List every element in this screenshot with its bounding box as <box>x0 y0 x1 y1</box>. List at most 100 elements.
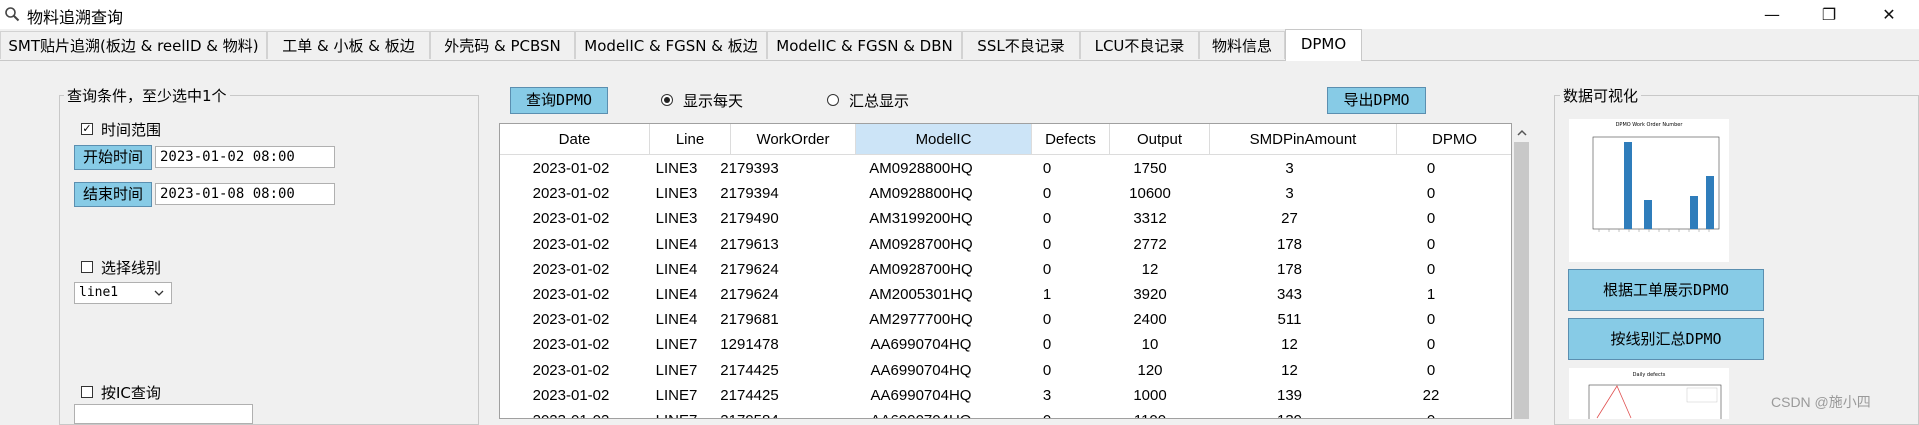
table-cell-modelic: AA6990704HQ <box>833 408 1009 418</box>
table-cell-smdpinamount: 3 <box>1285 160 1294 177</box>
daily-defects-chart-thumbnail[interactable]: Daily defects <box>1569 368 1729 425</box>
table-cell-workorder: 2179613 <box>720 235 779 253</box>
col-dpmo[interactable]: DPMO <box>1397 124 1511 155</box>
dpmo-workorder-chart-thumbnail[interactable]: DPMO Work Order Number <box>1569 119 1729 262</box>
table-cell-dpmo: 1 <box>1426 286 1436 303</box>
table-cell-defects: 1 <box>1042 286 1052 303</box>
table-cell-date: 2023-01-02 <box>500 408 646 418</box>
table-cell-date: 2023-01-02 <box>532 311 610 329</box>
table-cell-smdpinamount: 178 <box>1276 260 1303 278</box>
table-cell-workorder: 1291478 <box>720 336 779 354</box>
col-modelic[interactable]: ModelIC <box>856 124 1032 155</box>
table-cell-workorder: 2179584 <box>687 408 812 418</box>
table-row[interactable]: 2023-01-02 LINE4 2179624 AM2005301HQ 1 3920 34… <box>500 282 1511 307</box>
col-smdpinamount[interactable]: SMDPinAmount <box>1210 124 1397 155</box>
window-title: 物料追溯查询 <box>27 8 124 27</box>
chart1-bar <box>1644 200 1652 229</box>
tab-workorder-board[interactable]: 工单 & 小板 & 板边 <box>267 31 430 59</box>
ic-query-checkbox[interactable] <box>81 386 93 398</box>
show-dpmo-by-workorder-button[interactable]: 根据工单展示DPMO <box>1568 269 1764 311</box>
export-dpmo-button[interactable]: 导出DPMO <box>1327 87 1426 114</box>
col-defects[interactable]: Defects <box>1032 124 1110 155</box>
table-row[interactable]: 2023-01-02LINE72179584AA6990704HQ0110013… <box>500 408 1511 418</box>
chevron-down-icon <box>154 290 164 296</box>
table-cell-modelic: AM2977700HQ <box>869 311 973 329</box>
tab-shell-pcbsn[interactable]: 外壳码 & PCBSN <box>430 31 575 59</box>
table-cell-date: 2023-01-02 <box>532 361 610 379</box>
dpmo-table[interactable]: Date Line WorkOrder ModelIC Defects Outp… <box>499 123 1512 419</box>
table-cell-output: 1750 <box>1133 160 1167 177</box>
table-cell-defects: 0 <box>1042 311 1052 329</box>
table-row[interactable]: 2023-01-02 LINE7 1291478 AA6990704HQ 0 10 12 0 <box>500 332 1511 357</box>
end-time-field[interactable]: 2023-01-08 08:00 <box>155 183 335 205</box>
table-row[interactable]: 2023-01-02 LINE3 2179394 AM0928800HQ 0 10600 3… <box>500 181 1511 206</box>
table-cell-output: 10 <box>1141 336 1159 354</box>
time-range-label: 时间范围 <box>101 121 162 139</box>
radio-summary[interactable] <box>827 94 839 106</box>
table-cell-defects: 0 <box>1042 260 1052 278</box>
line-chart-thumbnail: Daily defects <box>1588 372 1722 425</box>
scrollbar-thumb[interactable] <box>1514 142 1529 419</box>
chart2-title: Daily defects <box>1633 372 1666 378</box>
radio-summary-label: 汇总显示 <box>849 92 910 110</box>
chart2-line <box>1596 385 1632 419</box>
chart1-x-tick-marks <box>1598 229 1710 232</box>
col-date[interactable]: Date <box>500 124 650 155</box>
col-workorder[interactable]: WorkOrder <box>731 124 856 155</box>
start-time-button[interactable]: 开始时间 <box>74 145 152 170</box>
table-cell-workorder: 2179681 <box>720 311 779 329</box>
ic-query-label: 按IC查询 <box>101 384 161 402</box>
table-cell-date: 2023-01-02 <box>532 185 610 203</box>
table-cell-modelic: AA6990704HQ <box>870 336 972 354</box>
start-time-field[interactable]: 2023-01-02 08:00 <box>155 146 335 168</box>
tab-smt-trace[interactable]: SMT贴片追溯(板边 & reelID & 物料) <box>0 31 267 59</box>
table-cell-dpmo: 0 <box>1426 260 1436 278</box>
summary-dpmo-by-line-button[interactable]: 按线别汇总DPMO <box>1568 318 1764 360</box>
table-cell-modelic: AM2005301HQ <box>869 286 973 303</box>
bar-chart-thumbnail: DPMO Work Order Number <box>1592 122 1720 232</box>
tab-lcu-defects[interactable]: LCU不良记录 <box>1080 31 1199 59</box>
ic-query-field[interactable] <box>74 404 253 424</box>
table-cell-smdpinamount: 511 <box>1277 311 1302 329</box>
table-row[interactable]: 2023-01-02 LINE7 2174425 AA6990704HQ 3 1000 13… <box>500 383 1511 408</box>
end-time-button[interactable]: 结束时间 <box>74 182 152 207</box>
table-row[interactable]: 2023-01-02 LINE3 2179490 AM3199200HQ 0 3312 27… <box>500 206 1511 231</box>
table-row[interactable]: 2023-01-02 LINE4 2179681 AM2977700HQ 0 2400 51… <box>500 307 1511 332</box>
tab-modelic-fgsn-board[interactable]: ModelIC & FGSN & 板边 <box>575 31 767 59</box>
radio-show-daily[interactable] <box>661 94 673 106</box>
scroll-up-arrow-icon[interactable] <box>1512 125 1532 141</box>
table-cell-date: 2023-01-02 <box>532 235 610 253</box>
table-row[interactable]: 2023-01-02 LINE7 2174425 AA6990704HQ 0 120 12 0 <box>500 358 1511 383</box>
table-cell-workorder: 2179394 <box>720 185 779 203</box>
query-conditions-title: 查询条件，至少选中1个 <box>64 85 230 106</box>
tab-ssl-defects[interactable]: SSL不良记录 <box>962 31 1080 59</box>
table-cell-date: 2023-01-02 <box>532 386 610 404</box>
table-cell-defects: 0 <box>1042 160 1052 177</box>
table-cell-dpmo: 0 <box>1426 185 1436 203</box>
col-line[interactable]: Line <box>650 124 731 155</box>
table-cell-workorder: 2179490 <box>720 210 779 228</box>
table-row[interactable]: 2023-01-02 LINE3 2179393 AM0928800HQ 0 1750 3 0 <box>500 156 1511 181</box>
table-cell-defects: 0 <box>1042 185 1052 203</box>
search-app-icon <box>5 7 20 22</box>
minimize-button[interactable]: — <box>1749 0 1795 29</box>
table-row[interactable]: 2023-01-02 LINE4 2179613 AM0928700HQ 0 2772 17… <box>500 232 1511 257</box>
table-cell-smdpinamount: 3 <box>1285 185 1294 203</box>
table-cell-output: 12 <box>1141 260 1159 278</box>
table-cell-output: 10600 <box>1129 185 1171 203</box>
title-bar: 物料追溯查询 — ❐ ✕ <box>0 0 1919 29</box>
time-range-checkbox[interactable]: ✓ <box>81 123 93 135</box>
table-cell-output: 2400 <box>1133 311 1167 329</box>
chart1-bar <box>1624 142 1632 229</box>
table-cell-smdpinamount: 12 <box>1281 336 1298 354</box>
chart1-title: DPMO Work Order Number <box>1616 122 1684 128</box>
tab-modelic-fgsn-dbn[interactable]: ModelIC & FGSN & DBN <box>767 31 962 59</box>
table-row[interactable]: 2023-01-02 LINE4 2179624 AM0928700HQ 0 12 178 0 <box>500 257 1511 282</box>
query-dpmo-button[interactable]: 查询DPMO <box>510 87 608 114</box>
tab-material-info[interactable]: 物料信息 <box>1199 31 1285 59</box>
tab-dpmo[interactable]: DPMO <box>1285 29 1362 61</box>
col-output[interactable]: Output <box>1110 124 1210 155</box>
line-select-checkbox[interactable] <box>81 261 93 273</box>
close-button[interactable]: ✕ <box>1866 0 1912 29</box>
maximize-button[interactable]: ❐ <box>1806 0 1852 29</box>
